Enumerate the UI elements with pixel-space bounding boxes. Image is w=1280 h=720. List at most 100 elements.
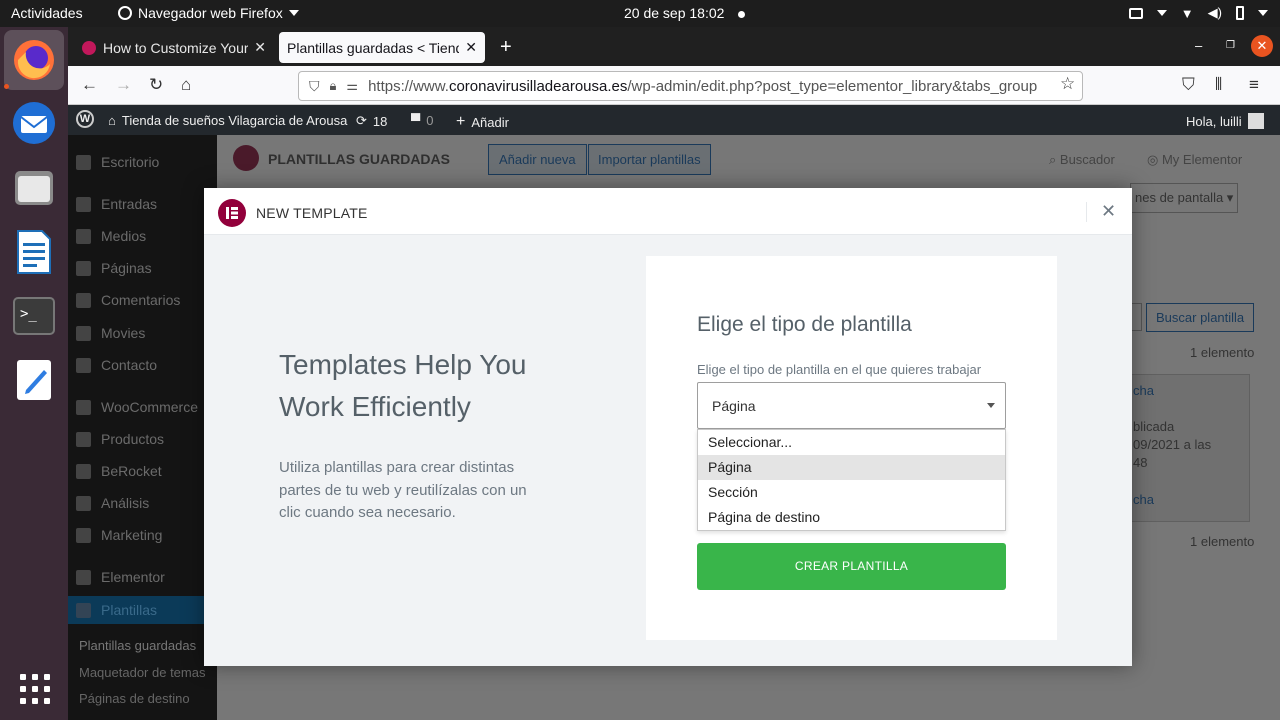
option-seleccionar[interactable]: Seleccionar...	[698, 430, 1005, 455]
option-pagina-destino[interactable]: Página de destino	[698, 505, 1005, 530]
pocket-icon[interactable]: ⛉	[1182, 75, 1195, 95]
dock-firefox[interactable]	[4, 30, 64, 90]
menu-marketing[interactable]: Marketing	[76, 527, 162, 543]
submenu-plantillas-guardadas[interactable]: Plantillas guardadas	[79, 638, 196, 653]
menu-medios[interactable]: Medios	[76, 228, 146, 244]
display-icon[interactable]	[1128, 7, 1143, 19]
add-new-link[interactable]: + Añadir	[456, 113, 509, 131]
updates-link[interactable]: ⟳ 18	[356, 113, 387, 129]
template-type-select[interactable]: Página	[697, 382, 1006, 429]
menu-entradas[interactable]: Entradas	[76, 196, 157, 212]
dock-terminal[interactable]: >_	[10, 292, 58, 340]
menu-label: Comentarios	[101, 292, 181, 308]
screen-options-button[interactable]: nes de pantalla ▾	[1130, 183, 1239, 213]
user-icon: ◎	[1147, 152, 1162, 167]
option-seccion[interactable]: Sección	[698, 480, 1005, 505]
close-tab-icon[interactable]: ✕	[254, 39, 266, 56]
lock-icon[interactable]: 🔒︎	[330, 78, 337, 94]
wordpress-icon[interactable]: W	[76, 110, 94, 128]
app-menu[interactable]: Navegador web Firefox	[118, 5, 299, 21]
tab-plantillas-guardadas[interactable]: Plantillas guardadas < Tiend ✕	[279, 32, 485, 63]
menu-movies[interactable]: Movies	[76, 325, 145, 341]
products-icon	[76, 431, 91, 447]
system-top-bar: Actividades Navegador web Firefox 20 de …	[0, 0, 1280, 27]
elementor-logo-icon	[218, 199, 246, 227]
tab-title: Plantillas guardadas < Tiend	[287, 39, 460, 56]
submenu-maquetador[interactable]: Maquetador de temas	[79, 665, 205, 680]
published-date: 09/2021 a las	[1133, 437, 1212, 452]
add-new-button[interactable]: Añadir nueva	[488, 144, 587, 175]
active-indicator	[4, 84, 9, 89]
window-close-icon[interactable]: ✕	[1251, 35, 1273, 57]
menu-productos[interactable]: Productos	[76, 431, 164, 447]
template-type-dropdown: Seleccionar... Página Sección Página de …	[697, 429, 1006, 531]
back-icon[interactable]: ←	[81, 75, 98, 95]
published-status: blicada	[1133, 419, 1175, 434]
library-icon[interactable]: ⫴	[1215, 75, 1222, 95]
search-link[interactable]: ⌕ Buscador	[1049, 152, 1115, 168]
show-apps-icon[interactable]	[20, 674, 50, 704]
permissions-icon[interactable]: ⚌	[346, 78, 358, 94]
menu-berocket[interactable]: BeRocket	[76, 463, 162, 479]
menu-woocommerce[interactable]: WooCommerce	[76, 399, 198, 415]
site-name-link[interactable]: ⌂ Tienda de sueños Vilagarcia de Arousa	[108, 113, 347, 128]
comments-link[interactable]: ▀ 0	[411, 113, 433, 128]
restore-icon[interactable]: ❐	[1226, 40, 1235, 51]
writer-icon	[17, 230, 51, 274]
activities-button[interactable]: Actividades	[11, 5, 83, 21]
user-menu[interactable]: Hola, luilli	[1186, 113, 1264, 129]
search-template-button[interactable]: Buscar plantilla	[1146, 303, 1255, 332]
option-pagina[interactable]: Página	[698, 455, 1005, 480]
create-template-button[interactable]: CREAR PLANTILLA	[697, 543, 1006, 590]
files-icon	[15, 171, 53, 205]
bookmark-star-icon[interactable]: ☆	[1060, 74, 1075, 94]
chevron-down-icon	[1156, 10, 1167, 16]
menu-escritorio[interactable]: Escritorio	[76, 154, 159, 170]
menu-label: Contacto	[101, 357, 158, 373]
url-path: /wp-admin/edit.php?post_type=elementor_l…	[627, 77, 1038, 95]
menu-contacto[interactable]: Contacto	[76, 357, 157, 373]
dashboard-icon	[76, 154, 91, 170]
menu-label: Entradas	[101, 196, 158, 212]
dock-text-editor[interactable]	[10, 356, 58, 404]
close-icon[interactable]: ✕	[1101, 201, 1116, 222]
menu-paginas[interactable]: Páginas	[76, 260, 152, 276]
url-bar[interactable]: ⛉ 🔒︎ ⚌ https://www. coronavirusilladearou…	[298, 71, 1083, 101]
text-editor-icon	[17, 360, 51, 400]
divider	[1086, 202, 1087, 222]
clock[interactable]: 20 de sep 18:02	[624, 5, 746, 21]
submenu-paginas-destino[interactable]: Páginas de destino	[79, 691, 190, 706]
wifi-icon: ▼	[1180, 5, 1194, 21]
media-icon	[76, 228, 91, 244]
site-name: Tienda de sueños Vilagarcia de Arousa	[121, 113, 348, 128]
modal-title: NEW TEMPLATE	[256, 205, 368, 221]
date-column-footer[interactable]: cha	[1133, 492, 1154, 507]
dock-writer[interactable]	[10, 228, 58, 276]
home-icon[interactable]: ⌂	[181, 75, 191, 95]
menu-plantillas-item: Plantillas	[76, 602, 157, 618]
menu-label: Plantillas	[101, 602, 158, 618]
tab-how-to-customize[interactable]: How to Customize Your W ✕	[74, 32, 274, 63]
forward-icon[interactable]: →	[115, 75, 132, 95]
close-tab-icon[interactable]: ✕	[465, 39, 477, 56]
menu-elementor[interactable]: Elementor	[76, 569, 165, 585]
menu-plantillas[interactable]: Plantillas	[68, 596, 217, 624]
new-tab-icon[interactable]: +	[500, 36, 512, 59]
menu-label: BeRocket	[101, 463, 162, 479]
menu-icon[interactable]: ≡	[1249, 75, 1259, 95]
menu-label: Productos	[101, 431, 165, 447]
shield-icon[interactable]: ⛉	[309, 78, 320, 95]
app-menu-label: Navegador web Firefox	[138, 5, 283, 21]
import-templates-button[interactable]: Importar plantillas	[588, 144, 711, 175]
reload-icon[interactable]: ↻	[149, 75, 163, 95]
dock-files[interactable]	[10, 164, 58, 212]
wp-admin-bar: W ⌂ Tienda de sueños Vilagarcia de Arous…	[68, 105, 1280, 135]
date-column-header[interactable]: cha	[1133, 383, 1154, 398]
system-tray[interactable]: ▼ ◀)	[1128, 5, 1268, 21]
menu-analisis[interactable]: Análisis	[76, 495, 149, 511]
minimize-icon[interactable]: –	[1195, 38, 1202, 53]
my-elementor-link[interactable]: ◎ My Elementor	[1147, 152, 1242, 168]
terminal-icon: >_	[13, 297, 55, 335]
dock-thunderbird[interactable]	[10, 99, 58, 147]
menu-comentarios[interactable]: Comentarios	[76, 292, 180, 308]
